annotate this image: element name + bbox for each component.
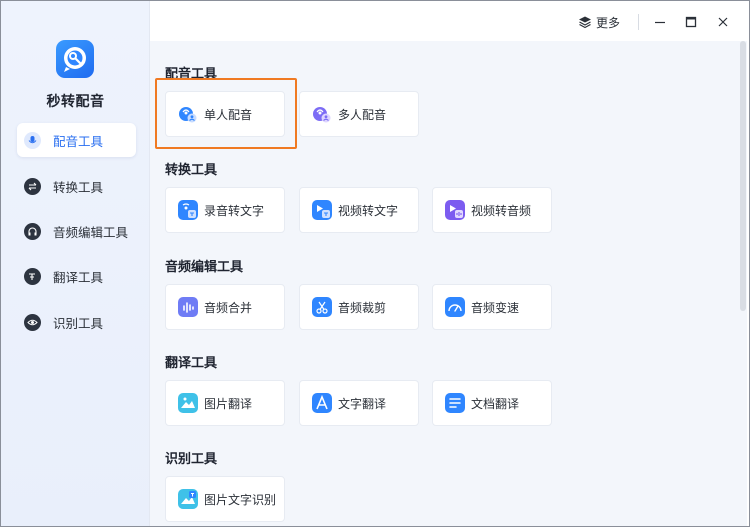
card-label: 录音转文字 <box>204 203 265 218</box>
maximize-button[interactable] <box>682 13 700 31</box>
more-button[interactable]: 更多 <box>578 13 620 31</box>
scrollbar[interactable] <box>739 41 747 526</box>
translate-icon <box>24 267 41 285</box>
section-title-audio-edit: 音频编辑工具 <box>165 260 244 275</box>
multi-voice-icon <box>312 104 332 124</box>
card-label: 视频转文字 <box>338 203 399 218</box>
section-title-dubbing: 配音工具 <box>165 67 218 82</box>
close-icon <box>718 17 728 27</box>
video-to-text-icon <box>312 200 332 220</box>
card-image-translate[interactable]: 图片翻译 <box>165 380 285 426</box>
image-translate-icon <box>178 393 198 413</box>
card-image-ocr[interactable]: 图片文字识别 <box>165 476 285 522</box>
titlebar-divider <box>638 14 639 30</box>
card-audio-speed[interactable]: 音频变速 <box>432 284 552 330</box>
sidebar-item-label: 音频编辑工具 <box>53 224 129 240</box>
sidebar-item-recognition-tools[interactable]: 识别工具 <box>17 305 136 339</box>
card-label: 单人配音 <box>204 107 253 122</box>
close-button[interactable] <box>714 13 732 31</box>
card-label: 音频裁剪 <box>338 300 387 315</box>
card-text-translate[interactable]: 文字翻译 <box>299 380 419 426</box>
card-label: 文字翻译 <box>338 396 387 411</box>
video-to-audio-icon <box>445 200 465 220</box>
headphones-icon <box>24 222 41 240</box>
microphone-chat-icon <box>64 47 86 72</box>
card-label: 音频合并 <box>204 300 253 315</box>
section-title-translate: 翻译工具 <box>165 356 218 371</box>
minimize-button[interactable] <box>651 13 669 31</box>
card-label: 图片文字识别 <box>204 492 277 507</box>
card-video-to-text[interactable]: 视频转文字 <box>299 187 419 233</box>
card-single-voice[interactable]: 单人配音 <box>165 91 285 137</box>
audio-speed-icon <box>445 297 465 317</box>
swap-icon <box>24 177 41 195</box>
single-voice-icon <box>178 104 198 124</box>
eye-icon <box>24 313 41 331</box>
app-window: 秒转配音 配音工具 转换工具 音频编辑工具 翻译工具 识别工具 更多 配音工具 … <box>0 0 750 527</box>
layers-icon <box>579 16 591 29</box>
minimize-icon <box>655 21 665 24</box>
card-label: 文档翻译 <box>471 396 520 411</box>
app-name: 秒转配音 <box>46 94 105 110</box>
audio-merge-icon <box>178 297 198 317</box>
sidebar-item-audio-edit-tools[interactable]: 音频编辑工具 <box>17 214 136 248</box>
card-audio-cut[interactable]: 音频裁剪 <box>299 284 419 330</box>
sidebar-item-label: 识别工具 <box>53 315 104 331</box>
card-document-translate[interactable]: 文档翻译 <box>432 380 552 426</box>
card-video-to-audio[interactable]: 视频转音频 <box>432 187 552 233</box>
sidebar-item-dubbing-tools[interactable]: 配音工具 <box>17 123 136 157</box>
sidebar-item-label: 翻译工具 <box>53 269 104 285</box>
card-audio-merge[interactable]: 音频合并 <box>165 284 285 330</box>
card-multi-voice[interactable]: 多人配音 <box>299 91 419 137</box>
main-content: 配音工具 单人配音 多人配音 转换工具 录音转文字 视频转文字 视频转音频 音频… <box>150 41 740 526</box>
app-logo <box>56 40 94 78</box>
card-label: 音频变速 <box>471 300 520 315</box>
card-audio-to-text[interactable]: 录音转文字 <box>165 187 285 233</box>
sidebar-item-translate-tools[interactable]: 翻译工具 <box>17 259 136 293</box>
scrollbar-thumb[interactable] <box>740 41 746 311</box>
audio-to-text-icon <box>178 200 198 220</box>
card-label: 图片翻译 <box>204 396 253 411</box>
maximize-icon <box>685 16 697 28</box>
section-title-recognition: 识别工具 <box>165 452 218 467</box>
titlebar: 更多 <box>150 1 749 41</box>
section-title-conversion: 转换工具 <box>165 163 218 178</box>
sidebar-item-label: 配音工具 <box>53 133 104 149</box>
text-translate-icon <box>312 393 332 413</box>
card-label: 视频转音频 <box>471 203 532 218</box>
audio-cut-icon <box>312 297 332 317</box>
sidebar-item-conversion-tools[interactable]: 转换工具 <box>17 169 136 203</box>
sidebar-item-label: 转换工具 <box>53 179 104 195</box>
sidebar: 秒转配音 配音工具 转换工具 音频编辑工具 翻译工具 识别工具 <box>1 1 150 526</box>
document-translate-icon <box>445 393 465 413</box>
microphone-icon <box>24 131 41 149</box>
image-ocr-icon <box>178 489 198 509</box>
card-label: 多人配音 <box>338 107 387 122</box>
more-label: 更多 <box>596 15 621 30</box>
